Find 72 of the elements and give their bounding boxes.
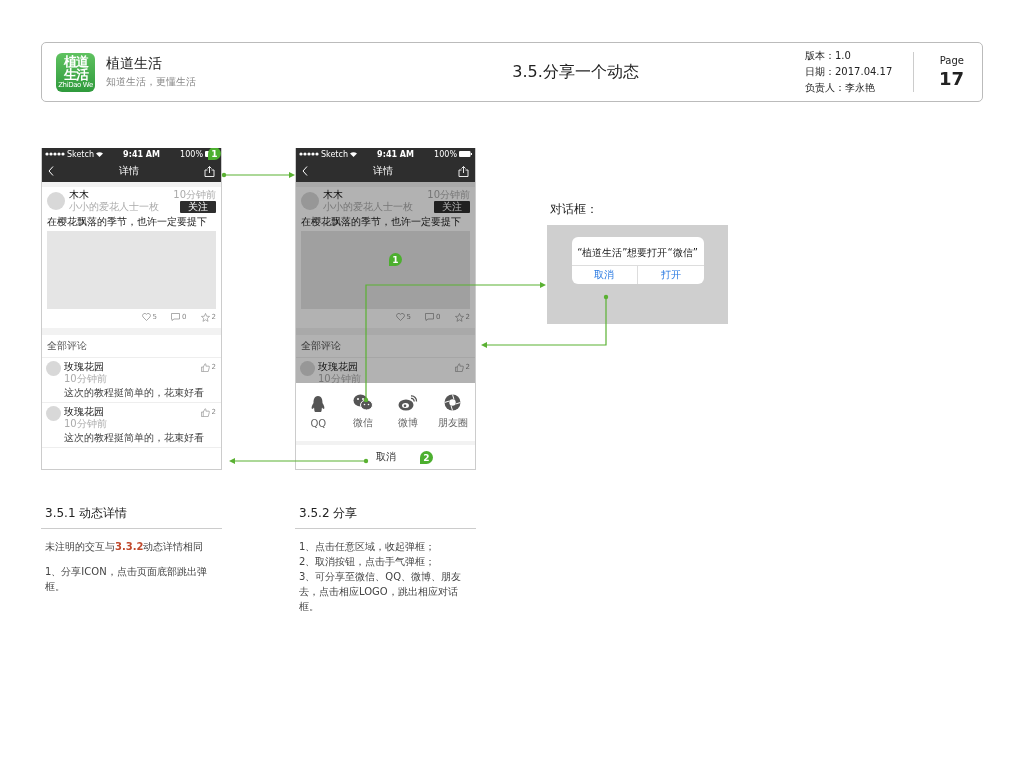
comment-text: 这次的教程挺简单的，花束好看 [64,386,205,399]
section-title: 3.5.1 动态详情 [41,505,222,529]
note-text: 2、取消按钮，点击手气弹框； [299,555,437,569]
note-text: 1、点击任意区域，收起弹框； [299,540,437,554]
avatar [47,192,65,210]
share-icon[interactable] [204,165,215,177]
meta-line: 负责人：李永艳 [805,81,876,95]
dialog-label: 对话框： [550,201,598,218]
note-text: 1、分享ICON，点击页面底部跳出弹框。 [45,565,208,594]
author-name: 木木 [323,189,344,201]
alert-button[interactable]: 打开 [637,266,704,284]
wifi-icon [349,151,357,157]
note-text: 3、可分享至微信、QQ、微博、朋友去，点击相应LOGO，跳出相应对话框。 [299,570,463,614]
carrier-text: Sketch [67,149,94,159]
app-name: 植道生活 [106,55,163,73]
share-option-label: 微博 [397,416,418,430]
battery-icon [459,151,472,157]
follow-button[interactable]: 关注 [180,201,216,213]
commenter-name: 玫瑰花园 [318,361,358,373]
comment-text: 这次的教程挺简单的，花束好看 [64,431,205,444]
meta-line: 版本：1.0 [805,49,852,63]
avatar [300,361,315,376]
note-text: 未注明的交互与3.3.2动态详情相同 [45,540,205,554]
commenter-name: 玫瑰花园 [64,361,104,373]
eye-logo-icon[interactable] [397,394,418,411]
thumbs-up-icon[interactable] [200,407,210,417]
section-heading: 全部评论 [296,335,475,358]
section-heading: 全部评论 [42,335,221,358]
callout-badge: 1 [389,253,402,266]
nav-title: 详情 [119,164,139,178]
status-time: 9:41 AM [123,149,160,159]
post-text: 在樱花飘落的季节，也许一定要提下 [47,215,208,228]
comment-time: 10分钟前 [64,373,108,385]
share-option-label: QQ [310,418,327,429]
battery-text: 100% [180,149,203,159]
star-icon[interactable] [200,312,210,322]
page-number: 17 [938,68,964,89]
battery-text: 100% [434,149,457,159]
thumbs-up-icon[interactable] [454,362,464,372]
tagline: 知道生活，更懂生活 [106,75,197,89]
comment-time: 10分钟前 [64,418,108,430]
status-time: 9:41 AM [377,149,414,159]
share-option-label: 微信 [353,416,374,430]
follow-button[interactable]: 关注 [434,201,470,213]
thumbs-up-icon[interactable] [200,362,210,372]
page-label: Page [939,55,964,66]
section-title: 3.5.2 分享 [295,505,476,529]
signal-icon [299,152,319,156]
share-icon[interactable] [458,165,469,177]
carrier-text: Sketch [321,149,348,159]
signal-icon [45,152,65,156]
share-option-label: 朋友圈 [437,416,468,430]
aperture-icon[interactable] [444,394,462,411]
back-icon[interactable] [302,166,308,176]
post-time: 10分钟前 [173,189,216,201]
chat-bubbles-icon[interactable] [353,394,374,411]
back-icon[interactable] [48,166,54,176]
commenter-name: 玫瑰花园 [64,406,104,418]
post-text: 在樱花飘落的季节，也许一定要提下 [301,215,462,228]
nav-title: 详情 [373,164,393,178]
avatar [46,406,61,421]
avatar [301,192,319,210]
author-name: 木木 [69,189,90,201]
penguin-icon[interactable] [310,395,327,413]
star-icon[interactable] [454,312,464,322]
avatar [46,361,61,376]
wifi-icon [95,151,103,157]
callout-badge: 1 [208,148,221,160]
document-title: 3.5.分享一个动态 [511,61,640,83]
alert-message: “植道生活”想要打开“微信” [576,246,699,260]
alert-button[interactable]: 取消 [571,266,637,284]
meta-line: 日期：2017.04.17 [805,65,894,79]
